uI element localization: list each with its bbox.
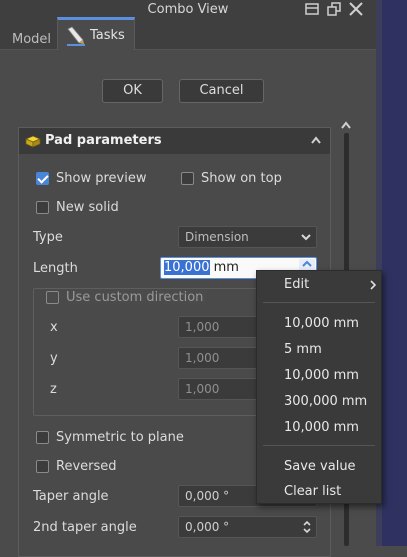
chevron-down-icon [296, 227, 316, 247]
length-unit: mm [209, 260, 239, 275]
reversed-label: Reversed [56, 459, 117, 474]
length-value-selected: 10,000 [164, 260, 210, 275]
type-label: Type [33, 230, 63, 245]
new-solid-checkbox[interactable] [36, 201, 49, 214]
context-menu: Edit 10,000 mm 5 mm 10,000 mm 300,000 mm… [256, 270, 382, 504]
taper-angle-label: Taper angle [33, 489, 109, 504]
symmetric-label: Symmetric to plane [56, 430, 184, 445]
x-label: x [50, 320, 58, 335]
ok-button[interactable]: OK [102, 79, 163, 103]
show-on-top-label: Show on top [201, 171, 282, 186]
type-select[interactable]: Dimension [178, 226, 317, 248]
symmetric-checkbox[interactable] [36, 431, 49, 444]
panel-title: Pad parameters [45, 133, 162, 148]
menu-separator [263, 445, 375, 446]
menu-item-save-value[interactable]: Save value [284, 459, 356, 474]
y-input[interactable]: 1,000 [178, 347, 258, 369]
menu-item-history[interactable]: 5 mm [284, 342, 322, 357]
taper-angle-2-label: 2nd taper angle [33, 520, 137, 535]
custom-direction-label: Use custom direction [66, 290, 208, 305]
taper-angle-2-value: 0,000 ° [185, 520, 230, 534]
y-label: y [50, 351, 58, 366]
new-solid-label: New solid [56, 200, 119, 215]
chevron-right-icon [369, 279, 377, 294]
tab-tasks[interactable]: Tasks [57, 17, 135, 50]
menu-item-history[interactable]: 10,000 mm [284, 316, 359, 331]
menu-item-history[interactable]: 300,000 mm [284, 394, 367, 409]
cancel-button[interactable]: Cancel [179, 79, 264, 103]
x-input[interactable]: 1,000 [178, 316, 258, 338]
panel-header[interactable]: Pad parameters [19, 128, 330, 154]
pad-icon [25, 133, 41, 153]
length-label: Length [33, 261, 78, 276]
tab-model[interactable]: Model [4, 26, 54, 52]
tab-model-label: Model [12, 32, 52, 47]
chevron-up-icon[interactable] [310, 134, 322, 149]
scroll-up-icon[interactable] [340, 119, 352, 134]
taper-angle-value: 0,000 ° [185, 489, 230, 503]
show-preview-label: Show preview [56, 171, 147, 186]
reversed-checkbox[interactable] [36, 460, 49, 473]
custom-direction-checkbox[interactable] [46, 291, 59, 304]
show-on-top-checkbox[interactable] [181, 172, 194, 185]
menu-separator [263, 302, 375, 303]
float-icon[interactable] [304, 1, 322, 19]
spin-icon[interactable] [301, 518, 313, 539]
taper-angle-2-input[interactable]: 0,000 ° [178, 516, 317, 538]
menu-item-history[interactable]: 10,000 mm [284, 420, 359, 435]
undock-icon[interactable] [326, 1, 344, 19]
tab-tasks-label: Tasks [90, 28, 125, 43]
menu-item-history[interactable]: 10,000 mm [284, 368, 359, 383]
menu-item-edit[interactable]: Edit [284, 277, 309, 292]
z-input[interactable]: 1,000 [178, 378, 258, 400]
pencil-icon [64, 26, 86, 50]
show-preview-checkbox[interactable] [36, 172, 49, 185]
close-icon[interactable] [348, 1, 366, 19]
menu-item-clear-list[interactable]: Clear list [284, 484, 341, 499]
z-label: z [50, 382, 57, 397]
type-value: Dimension [185, 230, 249, 244]
